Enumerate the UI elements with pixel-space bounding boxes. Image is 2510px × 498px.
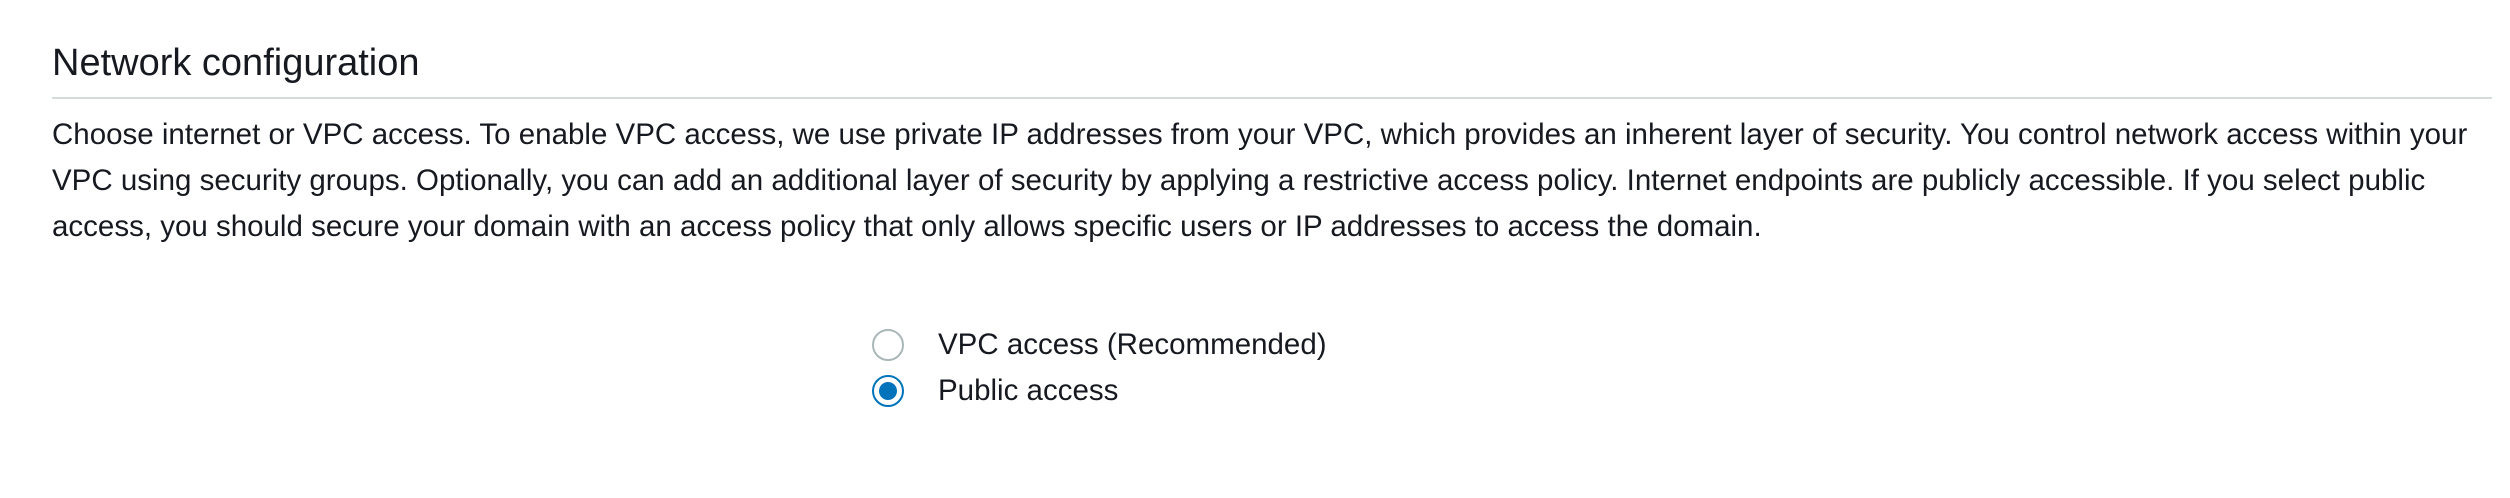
radio-option-vpc-access[interactable]: VPC access (Recommended) bbox=[872, 322, 1327, 368]
radio-label-public-access[interactable]: Public access bbox=[938, 374, 1118, 408]
radio-option-public-access[interactable]: Public access bbox=[872, 368, 1327, 414]
radio-label-vpc-access[interactable]: VPC access (Recommended) bbox=[938, 328, 1327, 362]
network-access-radio-group: VPC access (Recommended) Public access bbox=[872, 322, 1327, 414]
section-divider bbox=[52, 97, 2492, 99]
section-description: Choose internet or VPC access. To enable… bbox=[52, 118, 2468, 243]
section-title: Network configuration bbox=[52, 42, 420, 84]
radio-button-public-access[interactable] bbox=[872, 375, 904, 407]
radio-button-vpc-access[interactable] bbox=[872, 329, 904, 361]
